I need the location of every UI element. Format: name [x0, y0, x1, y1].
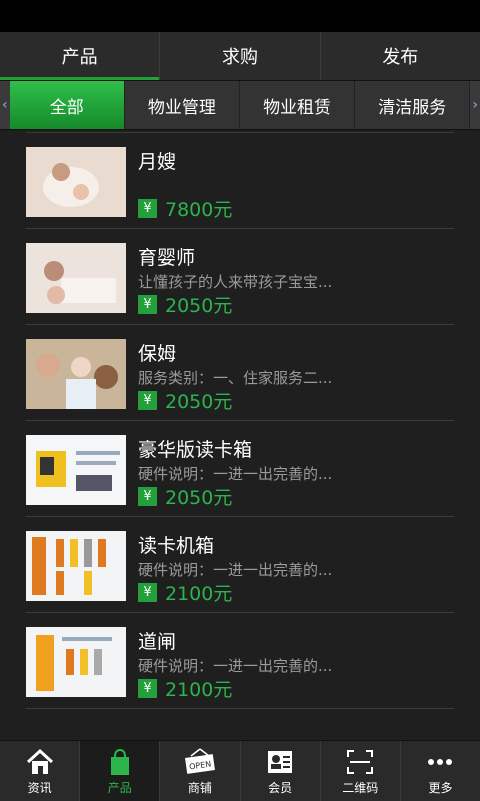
product-title: 月嫂 — [138, 151, 177, 173]
product-description: 服务类别：一、住家服务二... — [138, 369, 333, 387]
nav-members[interactable]: 会员 — [241, 741, 321, 801]
nav-label: 会员 — [268, 780, 293, 795]
home-icon — [25, 747, 55, 777]
product-description: 硬件说明：一进一出完善的... — [138, 657, 333, 675]
yen-icon: ¥ — [138, 199, 157, 218]
price-value: 2100元 — [165, 679, 233, 701]
bottom-nav: 资讯 产品 OPEN 商铺 会员 二维码 更多 — [0, 740, 480, 801]
yen-icon: ¥ — [138, 487, 157, 506]
open-sign-icon: OPEN — [183, 747, 217, 777]
product-price: ¥ 2100元 — [138, 675, 232, 702]
nav-qrcode[interactable]: 二维码 — [321, 741, 401, 801]
list-item[interactable]: 道闸 硬件说明：一进一出完善的... ¥ 2100元 — [26, 613, 454, 709]
yen-icon: ¥ — [138, 391, 157, 410]
nav-news[interactable]: 资讯 — [0, 741, 81, 801]
price-value: 7800元 — [165, 199, 233, 221]
list-item[interactable]: 豪华版读卡箱 硬件说明：一进一出完善的... ¥ 2050元 — [26, 421, 454, 517]
tab-publish[interactable]: 发布 — [321, 32, 480, 80]
product-title: 保姆 — [138, 343, 177, 365]
status-bar — [0, 0, 480, 32]
product-thumbnail — [26, 627, 126, 697]
category-property-management[interactable]: 物业管理 — [124, 81, 240, 129]
product-thumbnail — [26, 531, 126, 601]
nav-products[interactable]: 产品 — [80, 741, 161, 801]
tab-requests[interactable]: 求购 — [160, 32, 321, 80]
nav-label: 资讯 — [27, 780, 52, 795]
list-item[interactable]: 读卡机箱 硬件说明：一进一出完善的... ¥ 2100元 — [26, 517, 454, 613]
scroll-right-icon[interactable]: › — [470, 81, 480, 129]
qr-scan-icon — [345, 747, 375, 777]
product-title: 育婴师 — [138, 247, 196, 269]
product-price: ¥ 2050元 — [138, 291, 232, 318]
product-description: 让懂孩子的人来带孩子宝宝... — [138, 273, 333, 291]
product-title: 读卡机箱 — [138, 535, 215, 557]
nav-more[interactable]: 更多 — [401, 741, 480, 801]
product-price: ¥ 2050元 — [138, 387, 232, 414]
yen-icon: ¥ — [138, 679, 157, 698]
tab-products[interactable]: 产品 — [0, 32, 161, 80]
more-dots-icon — [425, 747, 455, 777]
list-item[interactable]: 月嫂 ¥ 7800元 — [26, 132, 454, 229]
product-price: ¥ 2100元 — [138, 579, 232, 606]
yen-icon: ¥ — [138, 295, 157, 314]
nav-label: 更多 — [428, 780, 453, 795]
price-value: 2050元 — [165, 391, 233, 413]
price-value: 2050元 — [165, 295, 233, 317]
nav-label: 商铺 — [187, 780, 212, 795]
product-thumbnail — [26, 147, 126, 217]
price-value: 2100元 — [165, 583, 233, 605]
top-tabs: 产品 求购 发布 — [0, 32, 480, 81]
nav-label: 产品 — [107, 780, 132, 795]
nav-shops[interactable]: OPEN 商铺 — [160, 741, 241, 801]
product-list: 月嫂 ¥ 7800元 育婴师 让懂孩子的人来带孩子宝宝... ¥ 2050元 保… — [26, 132, 454, 709]
price-value: 2050元 — [165, 487, 233, 509]
product-title: 道闸 — [138, 631, 177, 653]
category-cleaning[interactable]: 清洁服务 — [355, 81, 471, 129]
product-price: ¥ 2050元 — [138, 483, 232, 510]
product-title: 豪华版读卡箱 — [138, 439, 253, 461]
product-price: ¥ 7800元 — [138, 195, 232, 222]
product-description: 硬件说明：一进一出完善的... — [138, 561, 333, 579]
list-item[interactable]: 保姆 服务类别：一、住家服务二... ¥ 2050元 — [26, 325, 454, 421]
list-item[interactable]: 育婴师 让懂孩子的人来带孩子宝宝... ¥ 2050元 — [26, 229, 454, 325]
yen-icon: ¥ — [138, 583, 157, 602]
category-property-rental[interactable]: 物业租赁 — [239, 81, 356, 129]
product-thumbnail — [26, 339, 126, 409]
product-thumbnail — [26, 435, 126, 505]
category-bar: ‹ 全部 物业管理 物业租赁 清洁服务 › — [0, 81, 480, 130]
shopping-bag-icon — [105, 747, 135, 777]
product-description: 硬件说明：一进一出完善的... — [138, 465, 333, 483]
nav-label: 二维码 — [342, 780, 379, 795]
member-card-icon — [265, 747, 295, 777]
product-thumbnail — [26, 243, 126, 313]
scroll-left-icon[interactable]: ‹ — [0, 81, 10, 129]
category-all[interactable]: 全部 — [9, 81, 125, 129]
